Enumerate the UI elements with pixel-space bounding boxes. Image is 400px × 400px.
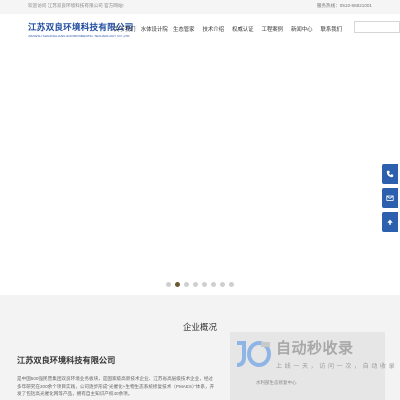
nav-item-cases[interactable]: 工程案例 [258,14,288,44]
overview-card-link[interactable]: 水利部生态修复中心 [256,380,297,386]
watermark-title: 自动秒收录 [276,340,354,357]
company-description: 是中国500强民营集团双良环境业务板块，是国家级高新技术企业、江苏省高层级技术企… [17,376,215,396]
company-logo[interactable]: 江苏双良环境科技有限公司 JIANGSU SHUANGLIANG ENVIRON… [28,21,134,38]
arrow-up-icon [387,219,393,225]
watermark-subtitle: 上 线 一 天 ， 访 问 一 次 ， 自 动 收 录 [276,364,396,370]
nav-item-contact[interactable]: 联系我们 [317,14,347,44]
carousel-dot[interactable] [166,282,171,287]
welcome-text: 欢迎访问 江苏双良环境科技有限公司 官方网站! [28,3,124,8]
phone-icon [386,170,394,178]
watermark-logo [234,339,272,369]
carousel-dot[interactable] [175,282,180,287]
top-bar: 欢迎访问 江苏双良环境科技有限公司 官方网站! 服务热线：0510-868210… [0,0,400,14]
company-name: 江苏双良环境科技有限公司 [17,356,116,365]
header: 江苏双良环境科技有限公司 JIANGSU SHUANGLIANG ENVIRON… [0,14,400,44]
carousel-dot[interactable] [202,282,207,287]
carousel-dot[interactable] [193,282,198,287]
nav-item-certification[interactable]: 权威认证 [228,14,258,44]
logo-name-cn: 江苏双良环境科技有限公司 [28,22,134,32]
carousel-dot[interactable] [229,282,234,287]
hotline: 服务热线：0510-86821001 [317,3,372,9]
main-nav: 关于我们 水体设计院 生态管家 技术介绍 权威认证 工程案例 新闻中心 联系我们 [110,14,346,44]
side-top-button[interactable] [382,212,398,232]
side-mail-button[interactable] [382,188,398,208]
carousel-dot[interactable] [184,282,189,287]
carousel-dot[interactable] [220,282,225,287]
side-phone-button[interactable] [382,164,398,184]
nav-item-news[interactable]: 新闻中心 [287,14,317,44]
logo-name-en: JIANGSU SHUANGLIANG ENVIRONMENTAL TECHNO… [28,34,131,38]
hotline-number[interactable]: 0510-86821001 [340,3,372,8]
nav-item-water-design[interactable]: 水体设计院 [140,14,170,44]
search-input[interactable] [354,21,400,33]
hero-banner[interactable] [0,44,400,295]
watermark-overlay: 自动秒收录 上 线 一 天 ， 访 问 一 次 ， 自 动 收 录 [234,337,395,370]
nav-item-eco-steward[interactable]: 生态管家 [169,14,199,44]
mail-icon [386,195,394,201]
carousel-dot[interactable] [211,282,216,287]
nav-item-technology[interactable]: 技术介绍 [199,14,229,44]
carousel-dots [0,282,400,288]
hotline-label: 服务热线： [316,3,340,8]
nav-item-about[interactable]: 关于我们 [110,14,140,44]
